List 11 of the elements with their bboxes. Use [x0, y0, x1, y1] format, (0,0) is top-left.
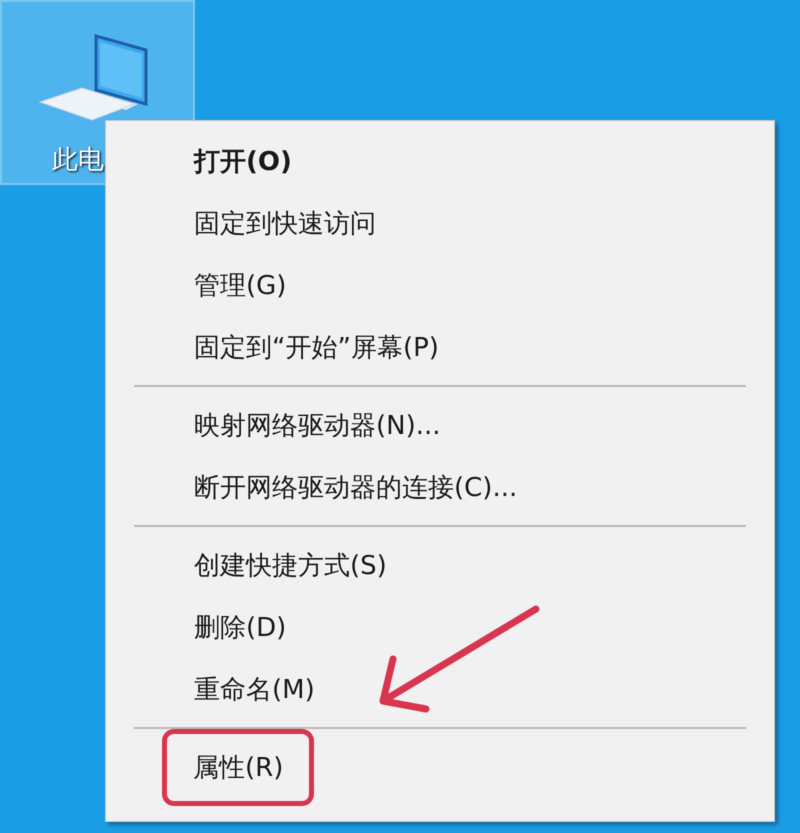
menu-item[interactable]: 打开(O): [194, 144, 292, 178]
menu-item[interactable]: 固定到“开始”屏幕(P): [194, 330, 439, 364]
menu-item[interactable]: 重命名(M): [194, 672, 315, 706]
menu-item[interactable]: 固定到快速访问: [194, 206, 376, 240]
menu-item[interactable]: 映射网络驱动器(N)...: [194, 408, 441, 442]
menu-item[interactable]: 属性(R): [193, 752, 284, 782]
menu-item[interactable]: 删除(D): [194, 610, 286, 644]
menu-item[interactable]: 管理(G): [194, 268, 286, 302]
menu-item[interactable]: 断开网络驱动器的连接(C)...: [194, 470, 518, 504]
desktop-icon-label: 此电: [52, 144, 104, 177]
menu-item[interactable]: 创建快捷方式(S): [194, 548, 387, 582]
